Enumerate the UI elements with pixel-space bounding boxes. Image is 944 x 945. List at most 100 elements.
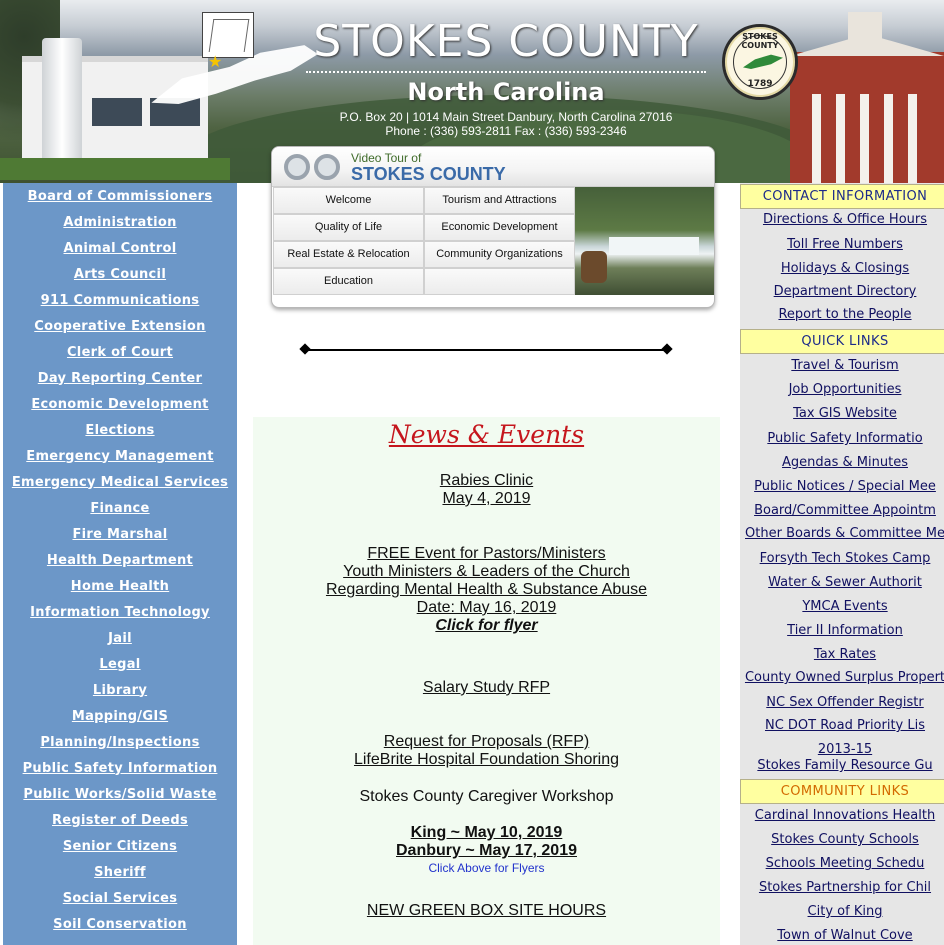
lifebrite-link[interactable]: LifeBrite Hospital Foundation Shoring [354, 751, 619, 768]
right-link-directions-office-hours[interactable]: Directions & Office Hours [763, 212, 927, 227]
left-nav-link-clerk-of-court[interactable]: Clerk of Court [67, 345, 173, 360]
pastors-date-link[interactable]: Date: May 16, 2019 [417, 599, 557, 616]
news-item-rabies: Rabies Clinic May 4, 2019 [253, 472, 720, 508]
right-link-town-of-walnut-cove[interactable]: Town of Walnut Cove [777, 928, 912, 943]
right-link-stokes-partnership-for-chil[interactable]: Stokes Partnership for Chil [759, 880, 931, 895]
right-link-water-sewer-authorit[interactable]: Water & Sewer Authorit [768, 575, 922, 590]
right-link-department-directory[interactable]: Department Directory [774, 284, 917, 299]
left-nav-link-planning-inspections[interactable]: Planning/Inspections [40, 735, 199, 750]
tour-tourism[interactable]: Tourism and Attractions [424, 187, 575, 214]
left-nav-item: Sheriff [3, 859, 237, 885]
right-link-tax-rates[interactable]: Tax Rates [814, 647, 876, 662]
mental-health-link[interactable]: Regarding Mental Health & Substance Abus… [326, 581, 647, 598]
right-link-item: City of King [740, 904, 944, 920]
left-nav-link-administration[interactable]: Administration [63, 215, 176, 230]
right-link-schools-meeting-schedu[interactable]: Schools Meeting Schedu [766, 856, 925, 871]
left-nav-link-animal-control[interactable]: Animal Control [63, 241, 176, 256]
right-link-public-notices-special-mee[interactable]: Public Notices / Special Mee [754, 479, 936, 494]
tour-welcome[interactable]: Welcome [273, 187, 424, 214]
left-nav-link-mapping-gis[interactable]: Mapping/GIS [72, 709, 168, 724]
caregiver-workshop-text: Stokes County Caregiver Workshop [359, 788, 614, 805]
danbury-workshop-link[interactable]: Danbury ~ May 17, 2019 [396, 842, 577, 859]
right-link-item: YMCA Events [740, 599, 944, 615]
right-link-board-committee-appointm[interactable]: Board/Committee Appointm [754, 503, 936, 518]
left-nav-link-day-reporting-center[interactable]: Day Reporting Center [38, 371, 202, 386]
rfp-link[interactable]: Request for Proposals (RFP) [384, 733, 589, 750]
left-nav-link-social-services[interactable]: Social Services [63, 891, 178, 906]
left-nav-item: Administration [3, 209, 237, 235]
right-link-cardinal-innovations-health[interactable]: Cardinal Innovations Health [755, 808, 935, 823]
right-link-other-boards-committee-me[interactable]: Other Boards & Committee Me [745, 526, 944, 541]
right-link-stokes-county-schools[interactable]: Stokes County Schools [771, 832, 919, 847]
salary-study-link[interactable]: Salary Study RFP [423, 679, 550, 696]
left-nav-item: 911 Communications [3, 287, 237, 313]
left-nav-link-home-health[interactable]: Home Health [71, 579, 169, 594]
left-nav-item: Clerk of Court [3, 339, 237, 365]
right-link-item: Directions & Office Hours [740, 212, 944, 228]
right-link-tier-ii-information[interactable]: Tier II Information [787, 623, 903, 638]
right-link-job-opportunities[interactable]: Job Opportunities [789, 382, 902, 397]
left-nav-link-emergency-medical-services[interactable]: Emergency Medical Services [12, 475, 228, 490]
rabies-clinic-link[interactable]: Rabies Clinic [440, 472, 533, 489]
left-nav-link-economic-development[interactable]: Economic Development [31, 397, 208, 412]
left-nav-link-health-department[interactable]: Health Department [47, 553, 193, 568]
left-nav-link-public-safety-information[interactable]: Public Safety Information [23, 761, 218, 776]
left-nav-item: Register of Deeds [3, 807, 237, 833]
king-workshop-link[interactable]: King ~ May 10, 2019 [411, 824, 563, 841]
right-link-forsyth-tech-stokes-camp[interactable]: Forsyth Tech Stokes Camp [760, 551, 931, 566]
right-link-nc-dot-road-priority-lis[interactable]: NC DOT Road Priority Lis [765, 718, 925, 733]
left-nav-link-finance[interactable]: Finance [90, 501, 149, 516]
left-nav-link-sheriff[interactable]: Sheriff [94, 865, 146, 880]
left-nav-link-senior-citizens[interactable]: Senior Citizens [63, 839, 177, 854]
right-link-ymca-events[interactable]: YMCA Events [802, 599, 887, 614]
left-nav-link-elections[interactable]: Elections [85, 423, 154, 438]
right-link-agendas-minutes[interactable]: Agendas & Minutes [782, 455, 908, 470]
youth-ministers-link[interactable]: Youth Ministers & Leaders of the Church [343, 563, 630, 580]
left-nav-link-cooperative-extension[interactable]: Cooperative Extension [34, 319, 205, 334]
tour-quality-of-life[interactable]: Quality of Life [273, 214, 424, 241]
right-link-stokes-family-resource-gu[interactable]: Stokes Family Resource Gu [757, 758, 932, 773]
left-nav-link-fire-marshal[interactable]: Fire Marshal [72, 527, 167, 542]
left-nav-link-soil-conservation[interactable]: Soil Conservation [53, 917, 187, 932]
tour-education[interactable]: Education [273, 268, 424, 295]
greenbox-hours-link[interactable]: NEW GREEN BOX SITE HOURS [367, 902, 606, 919]
right-link-nc-sex-offender-registr[interactable]: NC Sex Offender Registr [766, 695, 923, 710]
title-divider [306, 71, 706, 73]
right-link-item: Public Notices / Special Mee [740, 479, 944, 495]
rabies-date-link[interactable]: May 4, 2019 [442, 490, 530, 507]
right-link-city-of-king[interactable]: City of King [808, 904, 883, 919]
right-link-item: Water & Sewer Authorit [740, 575, 944, 591]
right-link-report-to-the-people[interactable]: Report to the People [778, 307, 911, 322]
left-nav-link-board-of-commissioners[interactable]: Board of Commissioners [28, 189, 213, 204]
video-tour-menu: Welcome Tourism and Attractions Quality … [273, 187, 575, 295]
right-link-item: Tier II Information [740, 623, 944, 639]
left-nav-item: Fire Marshal [3, 521, 237, 547]
left-nav-link-arts-council[interactable]: Arts Council [74, 267, 166, 282]
right-link-public-safety-informatio[interactable]: Public Safety Informatio [767, 431, 922, 446]
pastors-event-link[interactable]: FREE Event for Pastors/Ministers [367, 545, 605, 562]
video-tour-county: STOKES COUNTY [351, 164, 506, 184]
left-nav-link-legal[interactable]: Legal [99, 657, 140, 672]
right-link-2013-15[interactable]: 2013-15 [818, 742, 872, 757]
tour-economic-development[interactable]: Economic Development [424, 214, 575, 241]
tour-real-estate[interactable]: Real Estate & Relocation [273, 241, 424, 268]
right-link-toll-free-numbers[interactable]: Toll Free Numbers [787, 237, 903, 252]
flyer-link[interactable]: Click for flyer [435, 617, 537, 634]
left-nav-link-jail[interactable]: Jail [108, 631, 132, 646]
left-nav-link-public-works-solid-waste[interactable]: Public Works/Solid Waste [23, 787, 216, 802]
right-link-county-owned-surplus-propert[interactable]: County Owned Surplus Propert [745, 670, 944, 685]
left-nav-link-911-communications[interactable]: 911 Communications [41, 293, 200, 308]
right-link-travel-tourism[interactable]: Travel & Tourism [791, 358, 898, 373]
left-nav-link-emergency-management[interactable]: Emergency Management [26, 449, 213, 464]
left-nav-link-information-technology[interactable]: Information Technology [30, 605, 210, 620]
right-link-item: 2013-15 [740, 742, 944, 758]
right-link-tax-gis-website[interactable]: Tax GIS Website [793, 406, 897, 421]
left-nav-link-register-of-deeds[interactable]: Register of Deeds [52, 813, 188, 828]
right-link-item: Department Directory [740, 284, 944, 300]
right-link-holidays-closings[interactable]: Holidays & Closings [781, 261, 909, 276]
tour-community-organizations[interactable]: Community Organizations [424, 241, 575, 268]
left-nav-link-library[interactable]: Library [93, 683, 147, 698]
waterfall-image[interactable] [575, 187, 714, 295]
seal-year: 1789 [747, 79, 773, 89]
county-seal-icon: STOKES COUNTY 1789 [722, 24, 798, 100]
